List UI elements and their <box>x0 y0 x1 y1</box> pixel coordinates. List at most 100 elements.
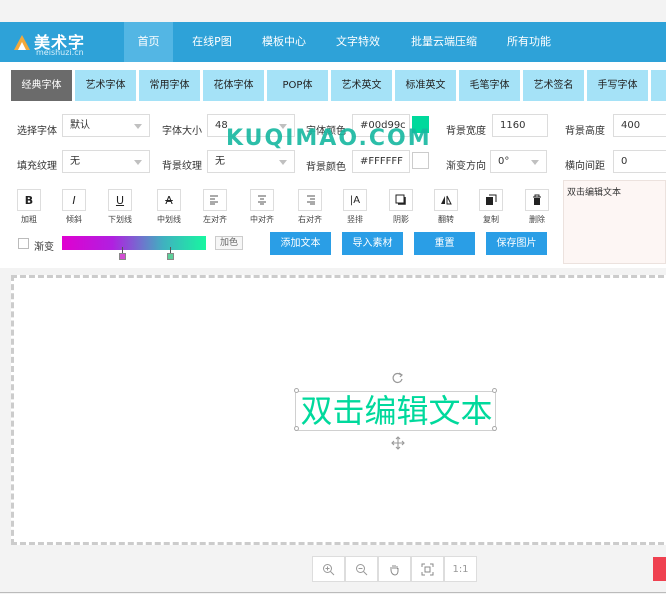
chevron-down-icon <box>279 160 287 165</box>
horizontal-spacing-input[interactable]: 0 <box>613 150 666 173</box>
text-edit-area[interactable]: 双击编辑文本 <box>563 180 666 264</box>
font-size-label: 字体大小 <box>162 126 202 137</box>
zoom-out-button[interactable] <box>345 556 378 582</box>
tool-label: 中对齐 <box>250 215 274 224</box>
tool-align-left[interactable]: 左对齐 <box>202 189 228 225</box>
hand-icon <box>390 564 399 576</box>
save-image-button[interactable]: 保存图片 <box>486 232 547 255</box>
tab-art-fonts[interactable]: 艺术字体 <box>75 70 136 101</box>
tab-standard-english[interactable]: 标准英文 <box>395 70 456 101</box>
gradient-direction-select[interactable]: 0° <box>490 150 547 173</box>
move-icon[interactable] <box>391 436 405 450</box>
strikethrough-icon: A <box>157 189 181 211</box>
bg-color-input[interactable]: #FFFFFF <box>352 150 410 173</box>
tab-pop-fonts[interactable]: POP体 <box>267 70 328 101</box>
top-navigation: 美术字 meishuzi.cn 首页 在线P图 模板中心 文字特效 批量云端压缩… <box>0 22 666 62</box>
site-logo[interactable]: 美术字 meishuzi.cn <box>10 26 120 58</box>
add-text-button[interactable]: 添加文本 <box>270 232 331 255</box>
gradient-slider[interactable] <box>62 236 206 250</box>
nav-all-functions[interactable]: 所有功能 <box>500 22 558 62</box>
bold-icon: B <box>17 189 41 211</box>
copy-icon <box>479 189 503 211</box>
tool-flip[interactable]: 翻转 <box>433 189 459 225</box>
nav-online-ps[interactable]: 在线P图 <box>183 22 241 62</box>
tab-brush-fonts[interactable]: 毛笔字体 <box>459 70 520 101</box>
tool-label: 竖排 <box>347 215 363 224</box>
tool-align-right[interactable]: 右对齐 <box>297 189 323 225</box>
tab-classic-fonts[interactable]: 经典字体 <box>11 70 72 101</box>
zoom-out-icon <box>356 563 368 575</box>
gradient-stop-end[interactable] <box>167 253 174 260</box>
fill-texture-value: 无 <box>70 156 80 167</box>
tool-label: 右对齐 <box>298 215 322 224</box>
tool-label: 倾斜 <box>66 215 82 224</box>
tool-label: 加粗 <box>21 215 37 224</box>
tab-art-signature[interactable]: 艺术签名 <box>523 70 584 101</box>
pan-button[interactable] <box>378 556 411 582</box>
tool-vertical-text[interactable]: |A 竖排 <box>342 189 368 225</box>
watermark: KUQIMAO.COM <box>226 126 432 151</box>
shadow-icon <box>389 189 413 211</box>
tool-label: 中划线 <box>157 215 181 224</box>
horizontal-spacing-label: 横向间距 <box>565 161 605 172</box>
design-canvas[interactable]: 双击编辑文本 <box>11 275 666 545</box>
bg-width-input[interactable]: 1160 <box>492 114 548 137</box>
tab-fancy-fonts[interactable]: 花体字体 <box>203 70 264 101</box>
add-color-button[interactable]: 加色 <box>215 236 243 250</box>
nav-home[interactable]: 首页 <box>124 22 173 62</box>
nav-template-center[interactable]: 模板中心 <box>254 22 314 62</box>
font-select[interactable]: 默认 <box>62 114 150 137</box>
bg-texture-value: 无 <box>215 156 225 167</box>
bg-texture-select[interactable]: 无 <box>207 150 295 173</box>
logo-subtitle: meishuzi.cn <box>36 48 84 57</box>
tab-common-fonts[interactable]: 常用字体 <box>139 70 200 101</box>
tool-label: 阴影 <box>393 215 409 224</box>
fill-texture-label: 填充纹理 <box>17 161 57 172</box>
align-right-icon <box>298 189 322 211</box>
bg-height-input[interactable]: 400 <box>613 114 666 137</box>
tool-italic[interactable]: I 倾斜 <box>61 189 87 225</box>
tab-art-english[interactable]: 艺术英文 <box>331 70 392 101</box>
align-left-icon <box>203 189 227 211</box>
fit-screen-button[interactable] <box>411 556 444 582</box>
flip-icon <box>434 189 458 211</box>
tool-strikethrough[interactable]: A 中划线 <box>156 189 182 225</box>
nav-batch-compress[interactable]: 批量云端压缩 <box>403 22 485 62</box>
tool-shadow[interactable]: 阴影 <box>388 189 414 225</box>
side-action-button[interactable] <box>653 557 666 581</box>
bg-width-label: 背景宽度 <box>446 126 486 137</box>
canvas-text[interactable]: 双击编辑文本 <box>299 391 494 431</box>
fill-texture-select[interactable]: 无 <box>62 150 150 173</box>
actual-size-button[interactable]: 1:1 <box>444 556 477 582</box>
tool-label: 下划线 <box>108 215 132 224</box>
tool-bold[interactable]: B 加粗 <box>16 189 42 225</box>
font-select-value: 默认 <box>70 120 90 131</box>
bg-color-swatch[interactable] <box>412 152 429 169</box>
font-category-bar: 经典字体 艺术字体 常用字体 花体字体 POP体 艺术英文 标准英文 毛笔字体 … <box>0 62 666 110</box>
underline-icon: U <box>108 189 132 211</box>
editor-controls-panel: 选择字体 默认 字体大小 48 字体颜色 #00d99c 背景宽度 1160 背… <box>0 110 666 268</box>
tab-more-clipped[interactable] <box>651 70 666 101</box>
tool-label: 复制 <box>483 215 499 224</box>
trash-icon <box>525 189 549 211</box>
top-strip <box>0 0 666 22</box>
gradient-direction-value: 0° <box>498 156 510 167</box>
tool-copy[interactable]: 复制 <box>478 189 504 225</box>
tool-align-center[interactable]: 中对齐 <box>249 189 275 225</box>
zoom-in-button[interactable] <box>312 556 345 582</box>
tool-label: 翻转 <box>438 215 454 224</box>
tool-delete[interactable]: 删除 <box>524 189 550 225</box>
tool-underline[interactable]: U 下划线 <box>107 189 133 225</box>
rotate-icon[interactable] <box>391 371 405 385</box>
gradient-stop-start[interactable] <box>119 253 126 260</box>
tool-label: 左对齐 <box>203 215 227 224</box>
import-material-button[interactable]: 导入素材 <box>342 232 403 255</box>
tab-handwriting-fonts[interactable]: 手写字体 <box>587 70 648 101</box>
gradient-checkbox[interactable] <box>18 238 29 249</box>
fit-screen-icon <box>421 563 434 575</box>
gradient-label: 渐变 <box>34 242 54 253</box>
reset-button[interactable]: 重置 <box>414 232 475 255</box>
nav-text-effects[interactable]: 文字特效 <box>328 22 388 62</box>
tool-label: 删除 <box>529 215 545 224</box>
chevron-down-icon <box>134 124 142 129</box>
